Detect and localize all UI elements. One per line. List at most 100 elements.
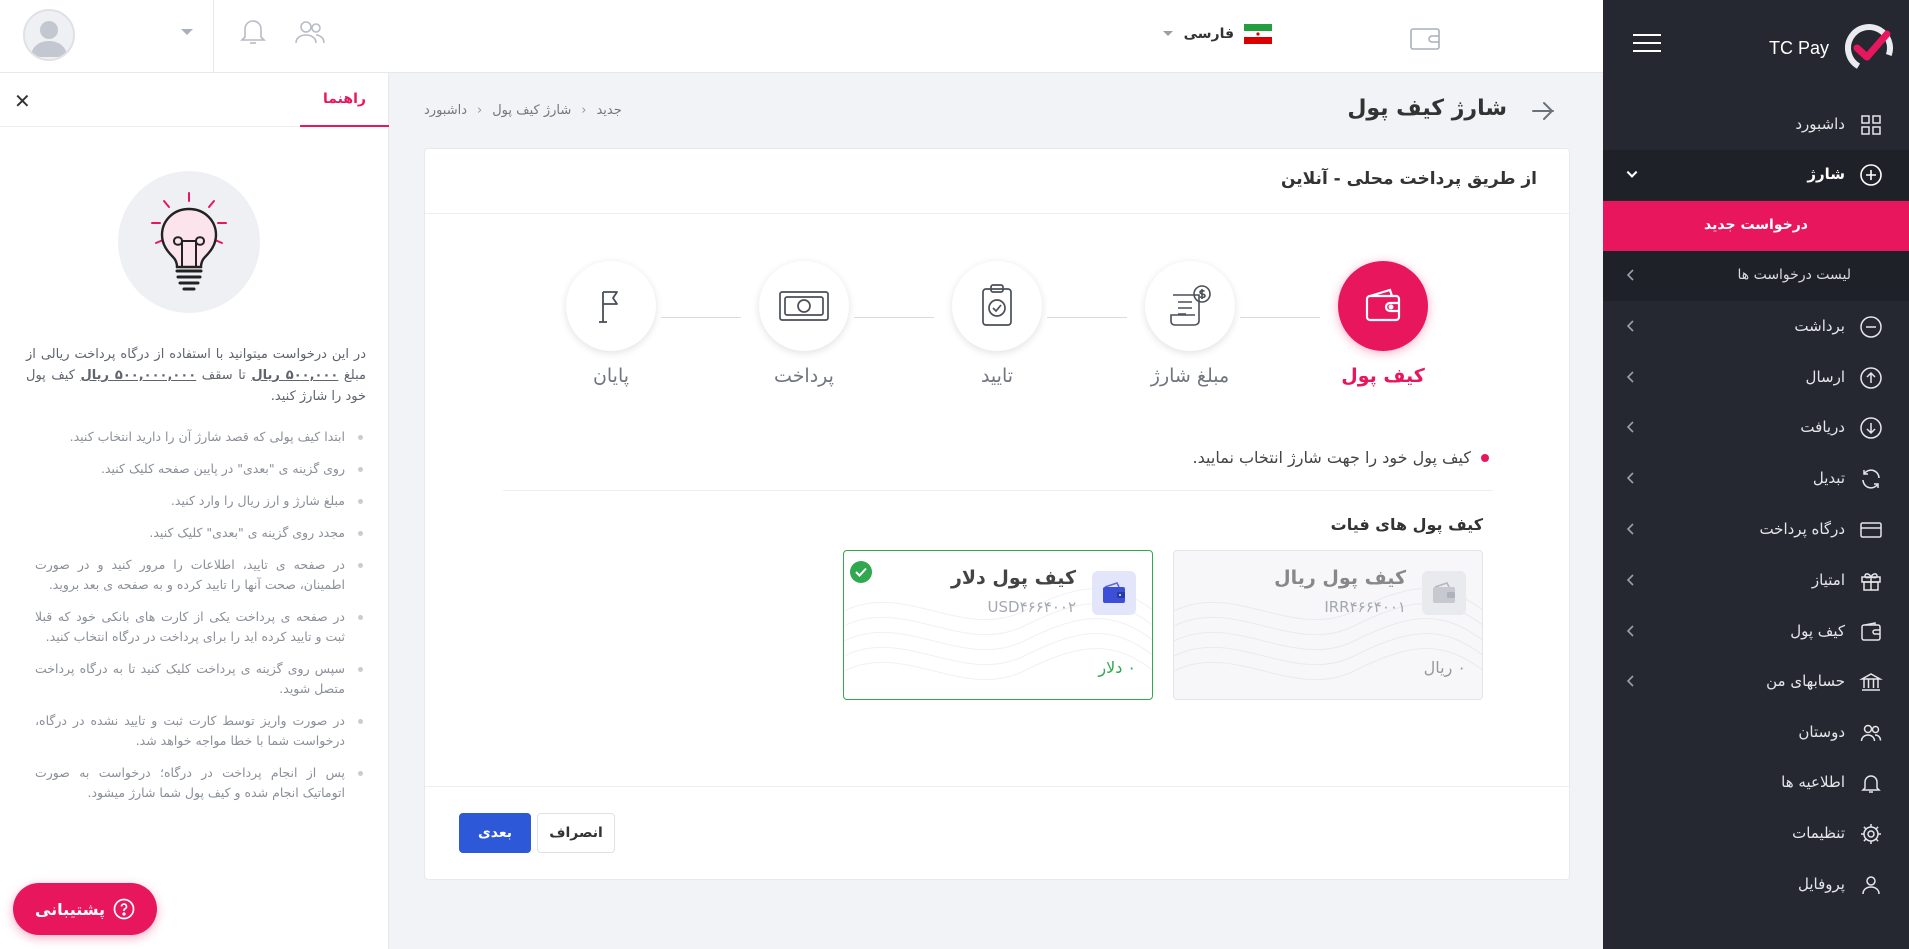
- cancel-button[interactable]: انصراف: [537, 813, 615, 853]
- step-wallet[interactable]: [1338, 261, 1428, 351]
- invoice-dollar-icon: [1170, 285, 1211, 326]
- selected-check-icon: [850, 561, 872, 583]
- chevron-left-icon: [1625, 471, 1637, 485]
- menu-toggle-icon[interactable]: [1633, 34, 1661, 54]
- sidebar-item-label: دوستان: [1798, 723, 1845, 741]
- chevron-left-icon: [1625, 420, 1637, 434]
- sidebar-item-withdraw[interactable]: برداشت: [1603, 302, 1909, 352]
- bell-icon[interactable]: [240, 16, 266, 46]
- sidebar-item-label: ارسال: [1805, 368, 1845, 386]
- step-finish[interactable]: [566, 261, 656, 351]
- wallet-name: کیف پول دلار: [950, 567, 1076, 589]
- page-title: شارژ کیف پول: [1347, 96, 1507, 121]
- sidebar-item-dashboard[interactable]: داشبورد: [1603, 100, 1909, 150]
- min-amount: ۵۰۰,۰۰۰ ریال: [251, 368, 339, 383]
- divider: [425, 786, 1569, 787]
- dashboard-grid-icon: [1861, 115, 1881, 135]
- sidebar-item-label: داشبورد: [1795, 115, 1845, 133]
- step-connector: [1047, 317, 1127, 318]
- sidebar-subitem-new-request[interactable]: درخواست جدید: [1603, 201, 1909, 251]
- sidebar-item-accounts[interactable]: حسابهای من: [1603, 657, 1909, 707]
- sidebar-item-label: شارژ: [1807, 165, 1845, 183]
- wallet-icon: [1861, 622, 1881, 641]
- brand[interactable]: TC Pay: [1769, 20, 1895, 76]
- sidebar-item-label: دریافت: [1800, 418, 1845, 436]
- caret-down-icon[interactable]: [180, 28, 194, 37]
- step-connector: [1240, 317, 1320, 318]
- users-icon[interactable]: [294, 18, 326, 46]
- wallet-code: IRR۴۶۶۴۰۰۱: [1324, 598, 1406, 616]
- help-intro-text: تا سقف: [196, 368, 252, 383]
- list-item: سپس روی گزینه ی پرداخت کلیک کنید تا به د…: [35, 659, 363, 699]
- instruction-text: کیف پول خود را جهت شارژ انتخاب نمایید.: [1192, 448, 1471, 467]
- support-button[interactable]: پشتیبانی: [13, 883, 157, 935]
- sidebar-item-label: تنظیمات: [1792, 824, 1845, 842]
- wallet-card-rial[interactable]: کیف پول ریال IRR۴۶۶۴۰۰۱ ۰ ریال: [1173, 550, 1483, 700]
- step-payment[interactable]: [759, 261, 849, 351]
- wallet-card-dollar[interactable]: کیف پول دلار USD۴۶۶۴۰۰۲ ۰ دلار: [843, 550, 1153, 700]
- list-item: در صفحه ی تایید، اطلاعات را مرور کنید و …: [35, 555, 363, 595]
- breadcrumb-link[interactable]: داشبورد: [424, 103, 467, 118]
- bank-icon: [1859, 673, 1883, 691]
- sidebar-item-charge[interactable]: شارژ: [1603, 150, 1909, 200]
- wallet-icon[interactable]: [1410, 26, 1440, 50]
- chevron-left-icon: [1625, 319, 1637, 333]
- sidebar-item-gateway[interactable]: درگاه پرداخت: [1603, 505, 1909, 555]
- breadcrumb-item: جدید: [596, 102, 622, 118]
- back-arrow-icon[interactable]: [1530, 100, 1556, 122]
- gift-icon: [1861, 573, 1881, 591]
- users-icon: [1860, 724, 1882, 742]
- iran-flag-icon: [1244, 24, 1272, 44]
- step-label-finish: پایان: [592, 365, 630, 387]
- sidebar-subitem-request-list[interactable]: لیست درخواست ها: [1603, 251, 1909, 301]
- tc-pay-logo-icon: [1845, 24, 1893, 72]
- step-confirm[interactable]: [952, 261, 1042, 351]
- sidebar-subitem-label: لیست درخواست ها: [1737, 267, 1851, 283]
- close-icon[interactable]: ✕: [14, 91, 31, 111]
- sidebar-item-label: درگاه پرداخت: [1759, 520, 1845, 538]
- sidebar-item-notifications[interactable]: اطلاعیه ها: [1603, 758, 1909, 808]
- sidebar-item-profile[interactable]: پروفایل: [1603, 860, 1909, 910]
- step-label-payment: پرداخت: [774, 365, 834, 387]
- charge-card: از طریق پرداخت محلی - آنلاین کیف پول مبل…: [424, 148, 1570, 880]
- divider: [425, 213, 1569, 214]
- next-button[interactable]: بعدی: [459, 813, 531, 853]
- list-item: روی گزینه ی "بعدی" در پایین صفحه کلیک کن…: [35, 459, 363, 479]
- sidebar-item-wallet[interactable]: کیف پول: [1603, 607, 1909, 657]
- step-label-amount: مبلغ شارژ: [1150, 365, 1230, 387]
- sidebar-item-label: حسابهای من: [1766, 672, 1845, 690]
- sidebar-item-label: تبدیل: [1812, 469, 1845, 487]
- tab-help-label: راهنما: [323, 91, 366, 107]
- sidebar: TC Pay داشبورد شارژ درخواست جدید لیست در…: [1603, 0, 1909, 949]
- avatar[interactable]: [23, 9, 75, 61]
- sidebar-item-receive[interactable]: دریافت: [1603, 403, 1909, 453]
- support-label: پشتیبانی: [34, 899, 106, 919]
- tab-help[interactable]: راهنما: [300, 73, 389, 127]
- sidebar-item-label: امتیاز: [1811, 571, 1845, 589]
- sidebar-item-label: برداشت: [1794, 317, 1845, 335]
- sidebar-item-label: کیف پول: [1790, 622, 1845, 640]
- sidebar-item-settings[interactable]: تنظیمات: [1603, 809, 1909, 859]
- sidebar-item-send[interactable]: ارسال: [1603, 353, 1909, 403]
- language-selector[interactable]: فارسی: [1162, 22, 1272, 46]
- sidebar-item-points[interactable]: امتیاز: [1603, 556, 1909, 606]
- list-item: در صفحه ی پرداخت یکی از کارت های بانکی خ…: [35, 607, 363, 647]
- list-item: مجدد روی گزینه ی "بعدی" کلیک کنید.: [35, 523, 363, 543]
- step-amount[interactable]: [1145, 261, 1235, 351]
- flag-icon: [599, 291, 618, 323]
- step-label-confirm: تایید: [980, 365, 1014, 387]
- breadcrumb-link[interactable]: شارژ کیف پول: [492, 103, 571, 118]
- sidebar-item-friends[interactable]: دوستان: [1603, 708, 1909, 758]
- sidebar-item-exchange[interactable]: تبدیل: [1603, 454, 1909, 504]
- step-connector: [661, 317, 741, 318]
- bell-icon: [1861, 775, 1881, 793]
- arrow-up-circle-icon: [1860, 367, 1882, 389]
- sidebar-item-label: پروفایل: [1798, 875, 1845, 893]
- caret-down-icon: [1162, 31, 1173, 36]
- wallet-code: USD۴۶۶۴۰۰۲: [987, 598, 1076, 616]
- gear-icon: [1861, 824, 1881, 844]
- lightbulb-icon: [151, 192, 227, 291]
- sidebar-item-label: اطلاعیه ها: [1781, 773, 1845, 791]
- wallet-icon: [1365, 288, 1401, 322]
- wallet-balance: ۰ ریال: [1423, 658, 1466, 677]
